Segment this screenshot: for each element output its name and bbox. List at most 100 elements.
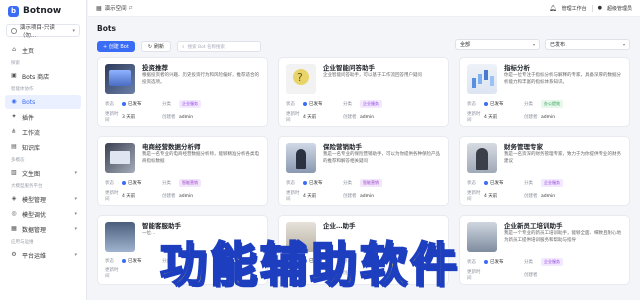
user-name[interactable]: 超级管理员 [607,5,632,12]
project-selector[interactable]: 演示项目-只读（勿… ▾ [6,24,80,39]
category-tag-wrap: 智能营销 [179,179,219,187]
category-filter-value: 全部 [460,42,471,48]
bot-thumbnail [467,222,497,252]
brand[interactable]: b Botnow [0,0,86,22]
sidebar-item-label: 知识库 [22,144,41,152]
refresh-icon: ↻ [147,43,153,50]
card-header: 保险营销助手 我是一名专业的保险营销助手，可以为你提供各种保险产品的推荐和解答相… [286,143,441,177]
card-text: 财务管理专家 我是一名资深的财务管理专家，致力于为你提供专业的财务建议 [504,143,622,177]
project-label: 演示项目-只读（勿… [19,24,55,39]
search-icon: ⌕ [182,44,185,50]
category-tag-wrap: 企业服务 [541,258,581,266]
status-filter-select[interactable]: 已发布 ▾ [545,39,630,50]
category-filter-select[interactable]: 全部 ▾ [455,39,540,50]
creator-key: 创建者 [524,273,538,278]
updated-key: 更新时间 [286,112,300,123]
status-badge: 已发布 [484,101,524,107]
category-tag: 企业服务 [179,100,201,108]
updated-key: 更新时间 [105,191,119,202]
category-key: 分类 [343,181,352,186]
creator-value: admin [360,193,375,199]
card-meta: 状态 已发布 分类 智能营销 更新时间 4 天前 创建者 admin [286,179,441,202]
ops-icon: ⚙ [11,251,17,258]
bot-title: 保险营销助手 [323,143,362,151]
card-text: 电商经营数据分析师 我是一名专业的电商经营数据分析师，能够精准分析各类电商指标数… [142,143,260,177]
sidebar-item-bot-store[interactable]: ▣ Bots 商店 [5,69,81,83]
sidebar-item-plugins[interactable]: ✦ 插件 [5,110,81,124]
category-tag-wrap: 智能营销 [360,179,400,187]
bot-thumbnail [105,143,135,173]
updated-key: 更新时间 [467,191,481,202]
bot-thumbnail [467,143,497,173]
status-dot-icon [122,259,126,263]
sidebar-item-label: 文生图 [22,170,41,178]
card-text: 保险营销助手 我是一名专业的保险营销助手，可以为你提供各种保险产品的推荐和解答相… [323,143,441,177]
search-input[interactable]: ⌕ 搜索 Bot 名称搜索 [177,41,262,52]
brand-name: Botnow [23,6,62,16]
bot-card[interactable]: 电商经营数据分析师 我是一名专业的电商经营数据分析师，能够精准分析各类电商指标数… [97,136,268,206]
category-tag-wrap: 企业服务 [179,100,219,108]
sidebar-item-label: Bots 商店 [22,73,50,81]
card-text: 指标分析 你是一位专注于指标分析与解释的专家，具备深厚的数据分析能力和丰富的指标… [504,64,622,98]
status-key: 状态 [105,102,114,107]
sidebar-item-workflow[interactable]: ⋔ 工作流 [5,125,81,139]
sidebar-item-text-to-image[interactable]: ▧ 文生图 ▾ [5,166,81,180]
chevron-down-icon: ▾ [72,27,75,34]
refresh-button[interactable]: ↻ 刷新 [140,41,172,52]
bell-icon[interactable]: 🔔︎ [549,5,557,12]
bot-card[interactable]: 指标分析 你是一位专注于指标分析与解释的专家，具备深厚的数据分析能力和丰富的指标… [459,57,630,127]
card-text: 企业新员工培训助手 我是一个专业的新员工培训助手，能够全面、细致且耐心地为新员工… [504,222,622,256]
status-key: 状态 [105,181,114,186]
bot-card[interactable]: 财务管理专家 我是一名资深的财务管理专家，致力于为你提供专业的财务建议 状态 已… [459,136,630,206]
category-key: 分类 [162,181,171,186]
updated-key: 更新时间 [467,270,481,281]
bot-card[interactable]: 企业新员工培训助手 我是一个专业的新员工培训助手，能够全面、细致且耐心地为新员工… [459,215,630,285]
bot-description: 我是一个专业的新员工培训助手，能够全面、细致且耐心地为新员工提供培训服务和帮助与… [504,231,621,243]
updated-value: 4 天前 [484,194,498,199]
nav-section-agents: 智能体协作 [11,87,34,92]
card-meta: 状态 已发布 分类 企业服务 更新时间 4 天前 创建者 admin [467,179,622,202]
create-bot-button[interactable]: + 创建 Bot [97,41,135,52]
sidebar-item-home[interactable]: ⌂ 主页 [5,43,81,57]
updated-value: 4 天前 [303,194,317,199]
chevron-down-icon: ▾ [532,42,535,47]
sidebar-item-data-management[interactable]: ▦ 数据管理 ▾ [5,222,81,236]
sidebar-item-platform-ops[interactable]: ⚙ 平台运维 ▾ [5,248,81,262]
status-value: 已发布 [490,102,504,107]
status-badge: 已发布 [484,259,524,265]
bot-card[interactable]: 保险营销助手 我是一名专业的保险营销助手，可以为你提供各种保险产品的推荐和解答相… [278,136,449,206]
sidebar-item-knowledge[interactable]: ▤ 知识库 [5,140,81,154]
card-header: 企业新员工培训助手 我是一个专业的新员工培训助手，能够全面、细致且耐心地为新员工… [467,222,622,256]
workspace-name[interactable]: 演示空间 [105,4,127,12]
card-header: 电商经营数据分析师 我是一名专业的电商经营数据分析师，能够精准分析各类电商指标数… [105,143,260,177]
status-value: 已发布 [490,181,504,186]
avatar[interactable]: ● [598,5,602,11]
category-tag: 企业服务 [360,100,382,108]
home-icon: ⌂ [12,46,16,53]
status-value: 已发布 [128,181,142,186]
swap-icon[interactable]: ⇄ [129,6,133,11]
category-key: 分类 [343,102,352,107]
bot-card[interactable]: 投资推荐 根据投资者的兴趣、历史投资行为和风险偏好，推荐适合的投资选项。 状态 … [97,57,268,127]
status-badge: 已发布 [122,258,162,264]
category-tag: 办公提效 [541,100,563,108]
sidebar-item-model-tuning[interactable]: ◎ 模型调优 ▾ [5,207,81,221]
bot-description: 我是一名资深的财务管理专家，致力于为你提供专业的财务建议 [504,152,621,164]
nav-section-multimodal: 多模态 [11,158,25,163]
bot-card[interactable]: 企业智能问答助手 企业智能问答助手，可以基于工作流回答用户疑问 状态 已发布 分… [278,57,449,127]
status-dot-icon [303,102,307,106]
status-dot-icon [484,181,488,185]
category-key: 分类 [524,181,533,186]
sidebar-item-model-management[interactable]: ◈ 模型管理 ▾ [5,192,81,206]
status-badge: 已发布 [303,101,343,107]
sidebar-item-bots[interactable]: ◉ Bots [5,95,81,109]
creator-key: 创建者 [524,194,538,199]
category-tag-wrap: 企业服务 [360,100,400,108]
bot-thumbnail [286,64,316,94]
status-key: 状态 [286,102,295,107]
bot-title: 电商经营数据分析师 [142,143,201,151]
sidebar-item-label: 工作流 [22,129,41,137]
status-dot-icon [122,181,126,185]
status-badge: 已发布 [122,180,162,186]
workbench-link[interactable]: 管理工作台 [562,5,587,12]
